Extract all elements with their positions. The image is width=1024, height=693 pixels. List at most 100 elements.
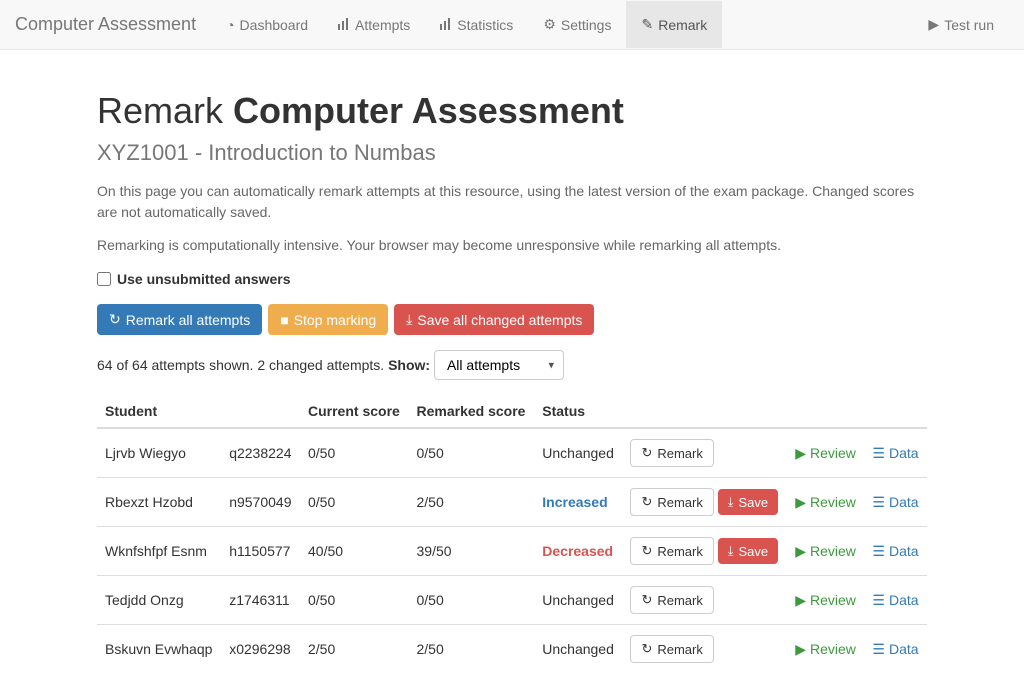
th-student: Student <box>97 395 221 428</box>
student-id: z1746311 <box>221 576 300 625</box>
data-link[interactable]: ☰ Data <box>872 445 918 462</box>
data-label: Data <box>889 543 919 559</box>
download-icon: ⤓ <box>728 543 734 559</box>
stop-marking-button[interactable]: ■ Stop marking <box>268 304 388 335</box>
refresh-icon: ↻ <box>641 641 652 657</box>
th-links2 <box>864 395 927 428</box>
stats-icon <box>338 17 350 33</box>
review-label: Review <box>810 543 856 559</box>
use-unsubmitted-text: Use unsubmitted answers <box>117 271 291 287</box>
data-link[interactable]: ☰ Data <box>872 543 918 560</box>
review-link[interactable]: ▶ Review <box>795 445 856 462</box>
data-cell: ☰ Data <box>864 478 927 527</box>
remark-all-label: Remark all attempts <box>126 312 250 328</box>
list-icon: ☰ <box>872 494 885 511</box>
current-score: 0/50 <box>300 478 409 527</box>
show-filter-select[interactable]: All attempts <box>434 350 564 380</box>
play-icon: ▶ <box>795 641 806 658</box>
save-button[interactable]: ⤓ Save <box>718 538 778 564</box>
nav-attempts[interactable]: Attempts <box>323 2 425 48</box>
cog-icon: ⚙ <box>543 16 556 33</box>
remark-label: Remark <box>657 446 703 461</box>
current-score: 2/50 <box>300 625 409 674</box>
row-actions: ↻ Remark <box>622 576 787 625</box>
remark-button[interactable]: ↻ Remark <box>630 439 713 467</box>
student-id: h1150577 <box>221 527 300 576</box>
status-cell: Unchanged <box>534 428 622 478</box>
data-cell: ☰ Data <box>864 527 927 576</box>
use-unsubmitted-label[interactable]: Use unsubmitted answers <box>97 271 291 287</box>
data-cell: ☰ Data <box>864 428 927 478</box>
review-link[interactable]: ▶ Review <box>795 592 856 609</box>
dashboard-icon: ◔ <box>226 17 234 33</box>
status-cell: Increased <box>534 478 622 527</box>
row-actions: ↻ Remark ⤓ Save <box>622 527 787 576</box>
remark-button[interactable]: ↻ Remark <box>630 635 713 663</box>
row-actions: ↻ Remark ⤓ Save <box>622 478 787 527</box>
nav-test-run[interactable]: ▶ Test run <box>913 1 1009 48</box>
remark-button[interactable]: ↻ Remark <box>630 537 713 565</box>
student-name: Ljrvb Wiegyo <box>97 428 221 478</box>
review-link[interactable]: ▶ Review <box>795 494 856 511</box>
nav-attempts-label: Attempts <box>355 17 410 33</box>
row-actions: ↻ Remark <box>622 625 787 674</box>
student-name: Wknfshfpf Esnm <box>97 527 221 576</box>
nav-statistics[interactable]: Statistics <box>425 2 528 48</box>
attempts-table: Student Current score Remarked score Sta… <box>97 395 927 673</box>
table-header-row: Student Current score Remarked score Sta… <box>97 395 927 428</box>
data-link[interactable]: ☰ Data <box>872 494 918 511</box>
save-label: Save <box>739 495 769 510</box>
download-icon: ⤓ <box>406 311 412 328</box>
nav-statistics-label: Statistics <box>457 17 513 33</box>
play-icon: ▶ <box>795 445 806 462</box>
remark-button[interactable]: ↻ Remark <box>630 488 713 516</box>
review-cell: ▶ Review <box>787 428 864 478</box>
status-cell: Unchanged <box>534 576 622 625</box>
data-cell: ☰ Data <box>864 625 927 674</box>
show-label: Show: <box>388 357 430 373</box>
nav-dashboard-label: Dashboard <box>240 17 309 33</box>
data-link[interactable]: ☰ Data <box>872 592 918 609</box>
nav-remark[interactable]: ✎ Remark <box>626 1 722 48</box>
use-unsubmitted-checkbox[interactable] <box>97 272 111 286</box>
intro-text-2: Remarking is computationally intensive. … <box>97 235 927 256</box>
nav-test-run-label: Test run <box>944 17 994 33</box>
save-button[interactable]: ⤓ Save <box>718 489 778 515</box>
save-all-button[interactable]: ⤓ Save all changed attempts <box>394 304 594 335</box>
navbar-brand[interactable]: Computer Assessment <box>15 14 211 35</box>
play-icon: ▶ <box>928 16 939 33</box>
filter-summary: 64 of 64 attempts shown. 2 changed attem… <box>97 357 384 373</box>
data-label: Data <box>889 641 919 657</box>
remarked-score: 2/50 <box>409 625 535 674</box>
nav-settings[interactable]: ⚙ Settings <box>528 1 626 48</box>
review-cell: ▶ Review <box>787 576 864 625</box>
data-cell: ☰ Data <box>864 576 927 625</box>
th-remarked: Remarked score <box>409 395 535 428</box>
student-name: Bskuvn Evwhaqp <box>97 625 221 674</box>
stop-icon: ■ <box>280 312 288 328</box>
review-label: Review <box>810 494 856 510</box>
main-container: Remark Computer Assessment XYZ1001 - Int… <box>82 50 942 693</box>
student-name: Tedjdd Onzg <box>97 576 221 625</box>
remarked-score: 39/50 <box>409 527 535 576</box>
student-id: n9570049 <box>221 478 300 527</box>
data-label: Data <box>889 445 919 461</box>
page-subtitle: XYZ1001 - Introduction to Numbas <box>97 140 927 166</box>
title-prefix: Remark <box>97 90 223 131</box>
play-icon: ▶ <box>795 543 806 560</box>
remark-all-button[interactable]: ↻ Remark all attempts <box>97 304 262 335</box>
intro-text-1: On this page you can automatically remar… <box>97 181 927 223</box>
page-title: Remark Computer Assessment <box>97 90 927 132</box>
save-label: Save <box>739 544 769 559</box>
data-link[interactable]: ☰ Data <box>872 641 918 658</box>
remarked-score: 0/50 <box>409 576 535 625</box>
remark-button[interactable]: ↻ Remark <box>630 586 713 614</box>
stats-icon <box>440 17 452 33</box>
filter-row: 64 of 64 attempts shown. 2 changed attem… <box>97 350 927 380</box>
review-cell: ▶ Review <box>787 527 864 576</box>
review-link[interactable]: ▶ Review <box>795 543 856 560</box>
review-link[interactable]: ▶ Review <box>795 641 856 658</box>
remarked-score: 0/50 <box>409 428 535 478</box>
th-id <box>221 395 300 428</box>
nav-dashboard[interactable]: ◔ Dashboard <box>211 2 323 48</box>
